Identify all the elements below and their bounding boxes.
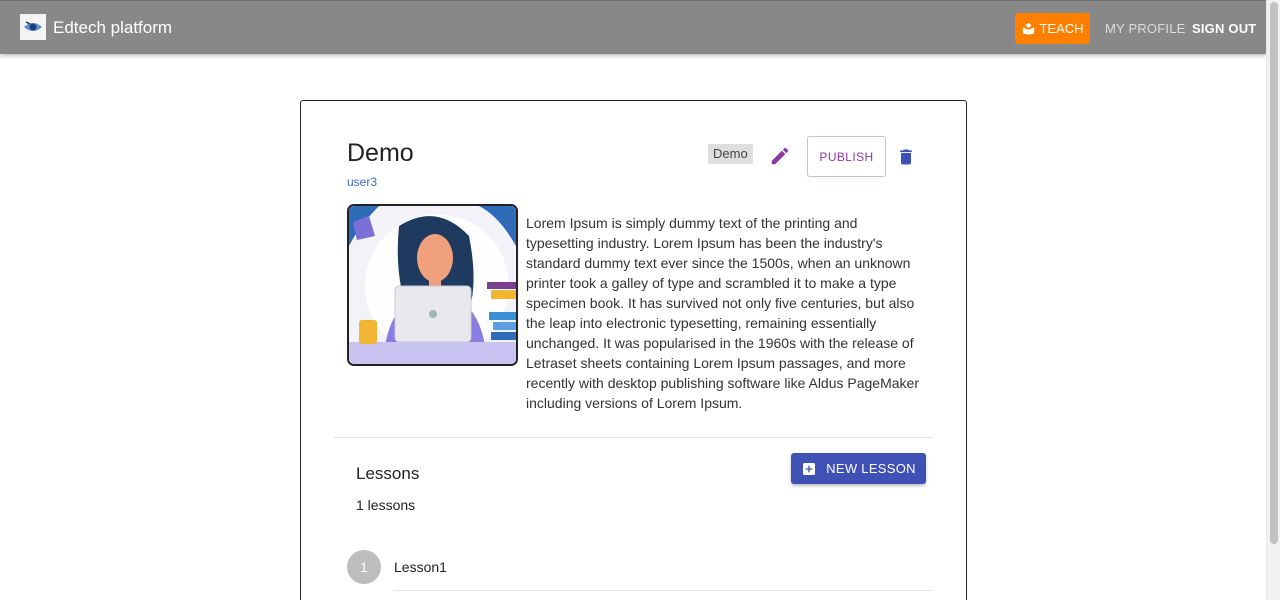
teach-label: TEACH: [1039, 21, 1084, 36]
category-chip: Demo: [708, 144, 753, 164]
publish-button[interactable]: PUBLISH: [807, 136, 886, 177]
course-image: [347, 204, 518, 366]
eye-logo-icon[interactable]: [20, 14, 46, 40]
course-title: Demo: [347, 139, 414, 167]
trash-icon: [896, 146, 916, 168]
scrollbar-thumb[interactable]: [1270, 2, 1278, 544]
lesson-item-link[interactable]: Lesson1: [394, 559, 447, 575]
course-description: Lorem Ipsum is simply dummy text of the …: [526, 215, 919, 411]
edit-course-button[interactable]: [769, 145, 791, 167]
app-bar: Edtech platform TEACH MY PROFILE SIGN OU…: [0, 0, 1266, 54]
course-card: Demo user3 Demo PUBLISH Lorem Ipsum is s…: [300, 100, 967, 600]
new-lesson-label: NEW LESSON: [826, 461, 916, 476]
add-box-icon: [801, 461, 817, 477]
brand-title[interactable]: Edtech platform: [53, 18, 172, 38]
course-author-link[interactable]: user3: [347, 175, 377, 189]
lesson-divider: [394, 590, 933, 591]
section-divider: [334, 437, 933, 438]
new-lesson-button[interactable]: NEW LESSON: [791, 453, 926, 484]
lesson-number-avatar: 1: [347, 550, 381, 584]
my-profile-link[interactable]: MY PROFILE: [1105, 21, 1186, 36]
lessons-heading: Lessons: [356, 464, 420, 483]
pencil-icon: [769, 145, 791, 167]
page-scrollbar[interactable]: [1266, 0, 1280, 600]
teach-book-icon: [1021, 21, 1036, 36]
teach-button[interactable]: TEACH: [1015, 13, 1090, 44]
sign-out-link[interactable]: SIGN OUT: [1192, 21, 1256, 36]
delete-course-button[interactable]: [896, 146, 916, 168]
lessons-count: 1 lessons: [356, 497, 416, 513]
